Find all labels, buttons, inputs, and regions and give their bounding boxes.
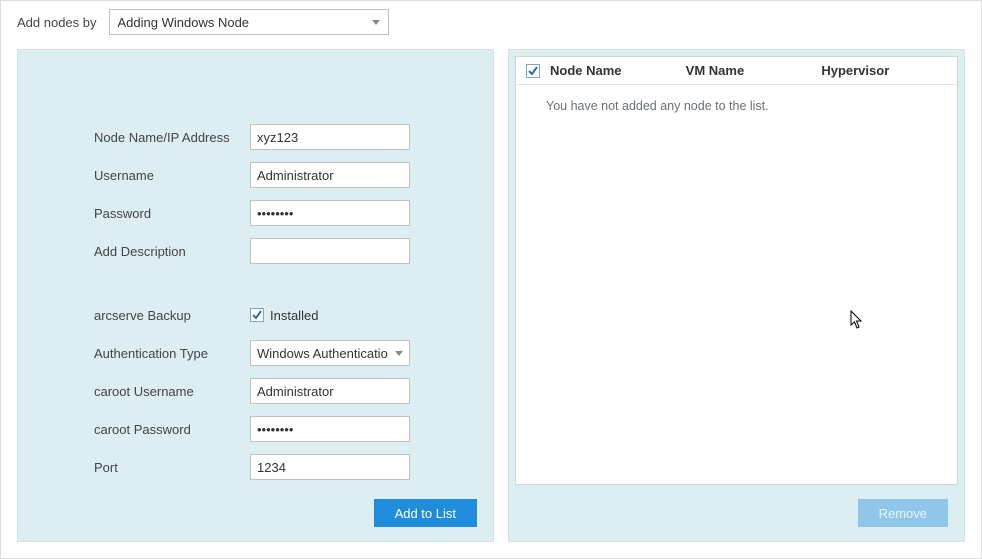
check-icon	[252, 310, 262, 320]
auth-type-selected: Windows Authenticatio	[257, 346, 391, 361]
node-name-label: Node Name/IP Address	[94, 124, 244, 150]
chevron-down-icon	[395, 351, 403, 356]
arcserve-label: arcserve Backup	[94, 302, 244, 328]
caroot-username-input[interactable]	[250, 378, 410, 404]
installed-checkbox[interactable]	[250, 308, 264, 322]
add-nodes-by-selected: Adding Windows Node	[118, 15, 372, 30]
node-name-input[interactable]	[250, 124, 410, 150]
installed-checkbox-label: Installed	[270, 308, 318, 323]
description-label: Add Description	[94, 238, 244, 264]
node-list-panel: Node Name VM Name Hypervisor You have no…	[508, 49, 965, 542]
caroot-password-input[interactable]	[250, 416, 410, 442]
port-input[interactable]	[250, 454, 410, 480]
username-input[interactable]	[250, 162, 410, 188]
node-form-panel: Node Name/IP Address Username Password A…	[17, 49, 494, 542]
node-list-header: Node Name VM Name Hypervisor	[516, 57, 957, 85]
description-input[interactable]	[250, 238, 410, 264]
chevron-down-icon	[372, 20, 380, 25]
col-vm-name: VM Name	[686, 63, 822, 78]
add-to-list-button[interactable]: Add to List	[374, 499, 477, 527]
password-input[interactable]	[250, 200, 410, 226]
node-list-empty-text: You have not added any node to the list.	[516, 85, 957, 127]
add-nodes-by-dropdown[interactable]: Adding Windows Node	[109, 9, 389, 35]
caroot-username-label: caroot Username	[94, 378, 244, 404]
auth-type-dropdown[interactable]: Windows Authenticatio	[250, 340, 410, 366]
username-label: Username	[94, 162, 244, 188]
port-label: Port	[94, 454, 244, 480]
node-list-box: Node Name VM Name Hypervisor You have no…	[515, 56, 958, 485]
select-all-checkbox[interactable]	[526, 64, 540, 78]
remove-button[interactable]: Remove	[858, 499, 948, 527]
auth-type-label: Authentication Type	[94, 340, 244, 366]
caroot-password-label: caroot Password	[94, 416, 244, 442]
add-nodes-by-label: Add nodes by	[17, 15, 97, 30]
col-hypervisor: Hypervisor	[821, 63, 957, 78]
col-node-name: Node Name	[550, 63, 686, 78]
password-label: Password	[94, 200, 244, 226]
check-icon	[528, 66, 538, 76]
